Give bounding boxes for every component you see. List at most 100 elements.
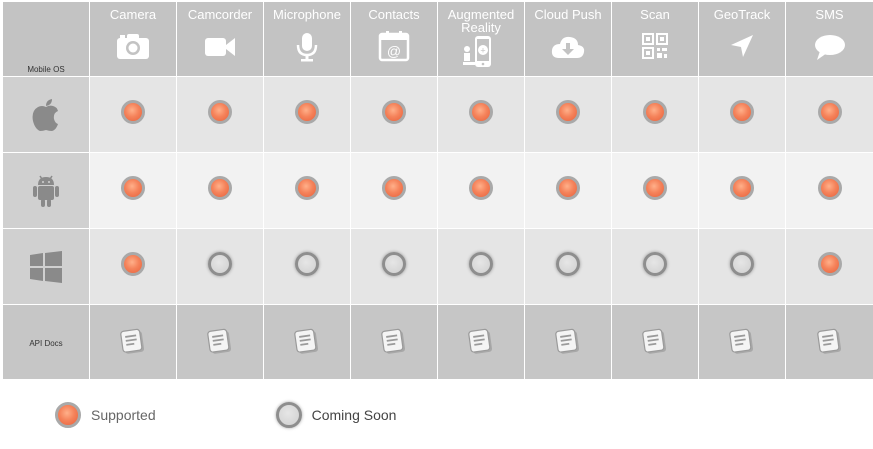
support-cell: [698, 76, 786, 153]
support-cell: [176, 152, 264, 229]
document-icon[interactable]: [438, 327, 524, 357]
column-scan: Scan: [611, 1, 699, 77]
augmented-reality-icon: +: [438, 35, 524, 69]
support-cell: [611, 228, 699, 305]
support-cell: [524, 76, 612, 153]
support-cell: [350, 152, 438, 229]
supported-indicator-icon: [469, 100, 493, 124]
location-arrow-icon: [699, 33, 785, 59]
supported-indicator-icon: [817, 100, 842, 124]
column-contacts: Contacts @: [350, 1, 438, 77]
legend-coming-soon-label: Coming Soon: [311, 407, 397, 423]
document-icon[interactable]: [612, 327, 698, 357]
apple-icon: [3, 98, 89, 132]
column-title: Contacts: [368, 7, 420, 22]
contacts-icon: @: [351, 30, 437, 62]
document-icon[interactable]: [786, 327, 873, 357]
support-cell: [89, 76, 177, 153]
legend-supported: Supported: [55, 402, 156, 428]
supported-indicator-icon: [817, 176, 842, 200]
document-icon[interactable]: [699, 327, 785, 357]
api-docs-row: API Docs: [2, 304, 873, 380]
api-docs-label: API Docs: [29, 339, 63, 348]
android-icon: [3, 174, 89, 208]
svg-text:@: @: [387, 43, 401, 59]
supported-indicator-icon: [295, 176, 319, 200]
supported-indicator-icon: [817, 252, 842, 276]
api-doc-cell[interactable]: [176, 304, 264, 380]
support-cell: [89, 152, 177, 229]
column-title: Scan: [640, 7, 670, 22]
supported-indicator-icon: [55, 402, 81, 428]
os-row-apple: [2, 76, 873, 153]
support-cell: [611, 152, 699, 229]
support-cell: [785, 228, 873, 305]
legend-coming-soon: Coming Soon: [275, 402, 397, 428]
support-cell: [263, 76, 351, 153]
support-cell: [89, 228, 177, 305]
svg-text:+: +: [480, 46, 485, 56]
supported-indicator-icon: [730, 176, 754, 200]
document-icon[interactable]: [351, 327, 437, 357]
video-camera-icon: [177, 35, 263, 59]
supported-indicator-icon: [643, 100, 667, 124]
coming-soon-indicator-icon: [469, 252, 493, 276]
os-cell-apple: [2, 76, 90, 153]
support-cell: [437, 152, 525, 229]
supported-indicator-icon: [121, 252, 145, 276]
support-cell: [350, 76, 438, 153]
coming-soon-indicator-icon: [295, 252, 319, 276]
column-title: Camcorder: [187, 7, 253, 22]
column-augmented-reality: Augmented Reality +: [437, 1, 525, 77]
os-row-android: [2, 152, 873, 229]
support-cell: [785, 152, 873, 229]
coming-soon-indicator-icon: [643, 252, 667, 276]
supported-indicator-icon: [208, 176, 232, 200]
column-title: Microphone: [273, 7, 341, 22]
api-doc-cell[interactable]: [611, 304, 699, 380]
support-cell: [524, 152, 612, 229]
feature-matrix: Mobile OS Camera Camcorder Microphone Co…: [2, 1, 873, 380]
api-doc-cell[interactable]: [89, 304, 177, 380]
document-icon[interactable]: [177, 327, 263, 357]
support-cell: [176, 228, 264, 305]
column-cloud-push: Cloud Push: [524, 1, 612, 77]
os-cell-windows: [2, 228, 90, 305]
supported-indicator-icon: [556, 100, 580, 124]
coming-soon-indicator-icon: [556, 252, 580, 276]
document-icon[interactable]: [264, 327, 350, 357]
header-row: Mobile OS Camera Camcorder Microphone Co…: [2, 1, 873, 77]
cloud-download-icon: [525, 34, 611, 60]
support-cell: [698, 228, 786, 305]
api-doc-cell[interactable]: [350, 304, 438, 380]
column-title: SMS: [815, 7, 844, 22]
microphone-icon: [264, 31, 350, 63]
speech-bubble-icon: [786, 33, 873, 61]
support-cell: [350, 228, 438, 305]
qr-code-icon: [612, 33, 698, 59]
column-camera: Camera: [89, 1, 177, 77]
supported-indicator-icon: [469, 176, 493, 200]
supported-indicator-icon: [382, 176, 406, 200]
supported-indicator-icon: [556, 176, 580, 200]
document-icon[interactable]: [525, 327, 611, 357]
api-doc-cell[interactable]: [437, 304, 525, 380]
coming-soon-indicator-icon: [730, 252, 754, 276]
column-microphone: Microphone: [263, 1, 351, 77]
api-doc-cell[interactable]: [524, 304, 612, 380]
camera-icon: [90, 31, 176, 61]
api-doc-cell[interactable]: [698, 304, 786, 380]
support-cell: [437, 76, 525, 153]
support-cell: [785, 76, 873, 153]
document-icon[interactable]: [90, 327, 176, 357]
column-geotrack: GeoTrack: [698, 1, 786, 77]
support-cell: [698, 152, 786, 229]
column-camcorder: Camcorder: [176, 1, 264, 77]
os-row-windows: [2, 228, 873, 305]
legend: Supported Coming Soon: [55, 402, 396, 428]
mobile-os-label: Mobile OS: [27, 65, 65, 74]
api-doc-cell[interactable]: [785, 304, 873, 380]
supported-indicator-icon: [382, 100, 406, 124]
api-doc-cell[interactable]: [263, 304, 351, 380]
supported-indicator-icon: [730, 100, 754, 124]
